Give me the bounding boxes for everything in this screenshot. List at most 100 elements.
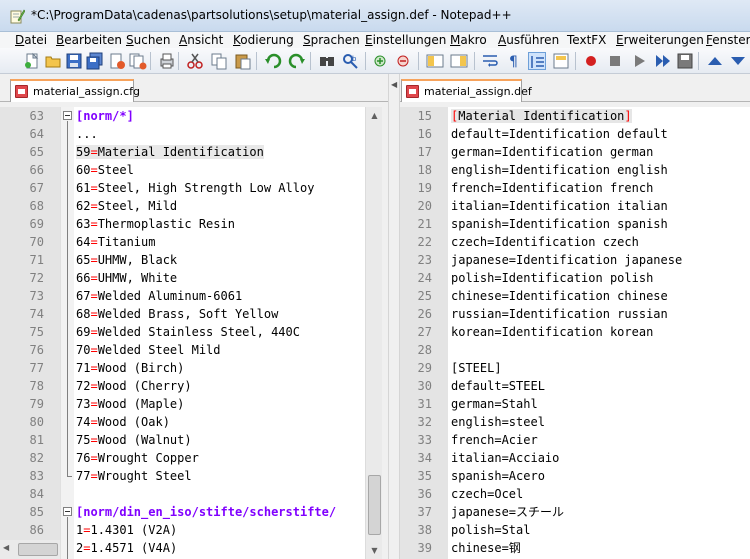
copy-icon[interactable] (210, 52, 228, 70)
code-line[interactable]: 81 75=Wood (Walnut) (0, 431, 365, 449)
code-line[interactable]: 20 italian=Identification italian (400, 197, 750, 215)
code-line[interactable]: 65 59=Material Identification (0, 143, 365, 161)
left-editor[interactable]: 63 [norm/*] 64... 65 59=Material Identificat… (0, 107, 365, 559)
view-splitter[interactable]: ◀ (388, 74, 400, 559)
menu-item-einstellungen[interactable]: Einstellungen (365, 32, 446, 48)
code-line[interactable]: 35 spanish=Acero (400, 467, 750, 485)
left-horizontal-scrollbar[interactable]: ◀ (0, 540, 60, 559)
menu-item-ausf-hren[interactable]: Ausführen (498, 32, 559, 48)
code-line[interactable]: 86 1=1.4301 (V2A) (0, 521, 365, 539)
scroll-thumb[interactable] (368, 475, 381, 535)
paste-icon[interactable] (234, 52, 252, 70)
code-line[interactable]: 36 czech=Ocel (400, 485, 750, 503)
stop-macro-icon[interactable] (606, 52, 624, 70)
code-line[interactable]: 23 japanese=Identification japanese (400, 251, 750, 269)
zoom-out-icon[interactable] (396, 52, 414, 70)
show-all-chars-icon[interactable]: ¶ (504, 52, 522, 70)
code-line[interactable]: 63 [norm/*] (0, 107, 365, 125)
code-line[interactable]: 16 default=Identification default (400, 125, 750, 143)
fold-toggle-icon[interactable] (63, 111, 72, 120)
code-line[interactable]: 69 63=Thermoplastic Resin (0, 215, 365, 233)
code-line[interactable]: 66 60=Steel (0, 161, 365, 179)
print-icon[interactable] (158, 52, 176, 70)
zoom-in-icon[interactable] (373, 52, 391, 70)
menu-item-fenster[interactable]: Fenster (706, 32, 750, 48)
save-all-icon[interactable] (86, 52, 104, 70)
menu-item-textfx[interactable]: TextFX (567, 32, 606, 48)
download-icon[interactable] (729, 52, 747, 70)
play-macro-icon[interactable] (630, 52, 648, 70)
code-line[interactable]: 38 polish=Stal (400, 521, 750, 539)
find-icon[interactable] (318, 52, 336, 70)
code-line[interactable]: 32 english=steel (400, 413, 750, 431)
code-line[interactable]: 80 74=Wood (Oak) (0, 413, 365, 431)
menu-item-datei[interactable]: Datei (15, 32, 47, 48)
code-line[interactable]: 15 [Material Identification] (400, 107, 750, 125)
fold-toggle-icon[interactable] (63, 507, 72, 516)
word-wrap-icon[interactable] (481, 52, 499, 70)
doc-map-icon[interactable] (552, 52, 570, 70)
new-file-icon[interactable] (23, 52, 41, 70)
code-line[interactable]: 27 korean=Identification korean (400, 323, 750, 341)
code-line[interactable]: 37 japanese=スチール (400, 503, 750, 521)
menu-item-bearbeiten[interactable]: Bearbeiten (56, 32, 122, 48)
close-all-icon[interactable] (129, 52, 147, 70)
sync-horizontal-icon[interactable] (450, 52, 468, 70)
code-line[interactable]: 30 default=STEEL (400, 377, 750, 395)
code-line[interactable]: 21 spanish=Identification spanish (400, 215, 750, 233)
code-line[interactable]: 74 68=Welded Brass, Soft Yellow (0, 305, 365, 323)
code-line[interactable]: 82 76=Wrought Copper (0, 449, 365, 467)
code-line[interactable]: 85 [norm/din_en_iso/stifte/scherstifte/ (0, 503, 365, 521)
code-line[interactable]: 31 german=Stahl (400, 395, 750, 413)
splitter-arrow-icon[interactable]: ◀ (391, 80, 397, 89)
code-line[interactable]: 75 69=Welded Stainless Steel, 440C (0, 323, 365, 341)
code-line[interactable]: 84 (0, 485, 365, 503)
code-line[interactable]: 29 [STEEL] (400, 359, 750, 377)
code-line[interactable]: 68 62=Steel, Mild (0, 197, 365, 215)
code-line[interactable]: 19 french=Identification french (400, 179, 750, 197)
menu-item-erweiterungen[interactable]: Erweiterungen (616, 32, 704, 48)
undo-icon[interactable] (264, 52, 282, 70)
redo-icon[interactable] (288, 52, 306, 70)
menu-item-sprachen[interactable]: Sprachen (303, 32, 360, 48)
code-line[interactable]: 26 russian=Identification russian (400, 305, 750, 323)
scroll-down-icon[interactable]: ▼ (366, 542, 383, 559)
upload-icon[interactable] (706, 52, 724, 70)
code-line[interactable]: 79 73=Wood (Maple) (0, 395, 365, 413)
cut-icon[interactable] (186, 52, 204, 70)
code-line[interactable]: 34 italian=Acciaio (400, 449, 750, 467)
h-scroll-thumb[interactable] (18, 543, 58, 556)
tab-material-assign-cfg[interactable]: material_assign.cfg (10, 79, 140, 102)
left-vertical-scrollbar[interactable]: ▲ ▼ (365, 107, 382, 559)
code-line[interactable]: 22 czech=Identification czech (400, 233, 750, 251)
code-line[interactable]: 39 chinese=钢 (400, 539, 750, 557)
code-line[interactable]: 78 72=Wood (Cherry) (0, 377, 365, 395)
code-line[interactable]: 77 71=Wood (Birch) (0, 359, 365, 377)
code-line[interactable]: 71 65=UHMW, Black (0, 251, 365, 269)
code-line[interactable]: 83 77=Wrought Steel (0, 467, 365, 485)
save-icon[interactable] (65, 52, 83, 70)
record-macro-icon[interactable] (582, 52, 600, 70)
save-macro-icon[interactable] (676, 52, 694, 70)
close-icon[interactable] (108, 52, 126, 70)
run-macro-multiple-icon[interactable] (654, 52, 672, 70)
open-file-icon[interactable] (44, 52, 62, 70)
tab-material-assign-def[interactable]: material_assign.def (401, 79, 532, 102)
indent-guide-icon[interactable] (528, 52, 546, 70)
code-line[interactable]: 17 german=Identification german (400, 143, 750, 161)
code-line[interactable]: 76 70=Welded Steel Mild (0, 341, 365, 359)
right-editor[interactable]: 15 [Material Identification] 16 default=Ide… (400, 107, 750, 559)
code-line[interactable]: 28 (400, 341, 750, 359)
code-line[interactable]: 18 english=Identification english (400, 161, 750, 179)
sync-vertical-icon[interactable] (426, 52, 444, 70)
code-line[interactable]: 70 64=Titanium (0, 233, 365, 251)
menu-item-makro[interactable]: Makro (450, 32, 487, 48)
scroll-up-icon[interactable]: ▲ (366, 107, 383, 124)
replace-icon[interactable]: b (342, 52, 360, 70)
code-line[interactable]: 72 66=UHMW, White (0, 269, 365, 287)
menu-item-ansicht[interactable]: Ansicht (179, 32, 223, 48)
title-bar[interactable]: *C:\ProgramData\cadenas\partsolutions\se… (0, 0, 750, 32)
code-line[interactable]: 67 61=Steel, High Strength Low Alloy (0, 179, 365, 197)
menu-item-suchen[interactable]: Suchen (126, 32, 170, 48)
code-line[interactable]: 24 polish=Identification polish (400, 269, 750, 287)
